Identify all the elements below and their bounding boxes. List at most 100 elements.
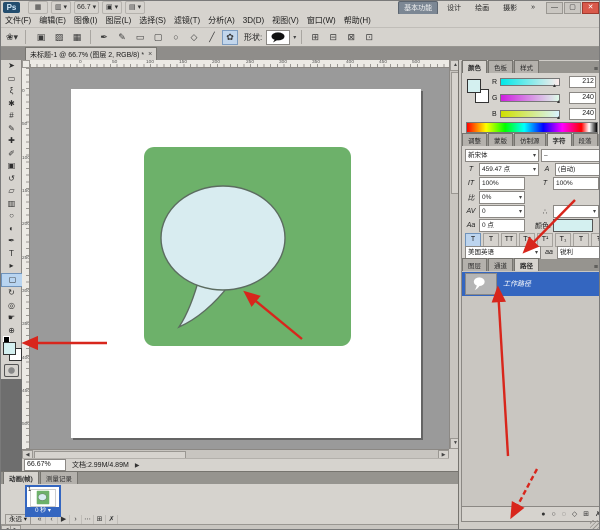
antialias-select[interactable]: 锐利▾: [557, 246, 600, 259]
menu-item[interactable]: 选择(S): [135, 15, 170, 26]
tab-animation-frames[interactable]: 动画(帧): [3, 471, 39, 484]
add-shape-button[interactable]: ⊞: [307, 30, 323, 45]
small-caps-button[interactable]: Tᴛ: [519, 233, 535, 247]
superscript-button[interactable]: T¹: [537, 233, 553, 247]
dodge-tool[interactable]: ◐: [1, 223, 22, 236]
screen-mode-icon[interactable]: ▤ ▾: [125, 1, 145, 14]
panel-menu-icon[interactable]: ≡: [594, 264, 600, 271]
vertical-scale-field[interactable]: 100%: [479, 177, 525, 190]
kerning-select[interactable]: ▾: [553, 205, 599, 218]
workspace-design[interactable]: 设计: [442, 2, 466, 14]
frames-scrollbar[interactable]: ◀ ▶: [1, 524, 458, 530]
intersect-shape-button[interactable]: ⊠: [343, 30, 359, 45]
menu-item[interactable]: 视图(V): [268, 15, 303, 26]
ellipse-tool-button[interactable]: ○: [168, 30, 184, 45]
subscript-button[interactable]: T₁: [555, 233, 571, 247]
type-tool[interactable]: T: [1, 248, 22, 261]
frame-delay-select[interactable]: 0 秒 ▾: [27, 507, 59, 515]
font-size-select[interactable]: 459.47 点▾: [479, 163, 539, 176]
load-selection-button[interactable]: ◌: [562, 511, 566, 518]
resize-grip-icon[interactable]: [590, 520, 600, 530]
tab-layers[interactable]: 图层: [462, 258, 487, 271]
history-brush-tool[interactable]: ↺: [1, 173, 22, 186]
red-slider[interactable]: [500, 78, 560, 86]
tab-paths[interactable]: 路径: [514, 258, 539, 271]
exclude-shape-button[interactable]: ⊡: [361, 30, 377, 45]
rounded-rectangle-button[interactable]: ▢: [150, 30, 166, 45]
vertical-ruler[interactable]: 050100150200250300350400450500: [22, 68, 30, 449]
3d-orbit-tool[interactable]: ◎: [1, 300, 22, 313]
tab-channels[interactable]: 通道: [488, 258, 513, 271]
freeform-pen-button[interactable]: ✎: [114, 30, 130, 45]
animation-frame-1[interactable]: 1 0 秒 ▾: [25, 485, 61, 517]
tab-styles[interactable]: 样式: [514, 60, 539, 73]
document-page[interactable]: [71, 89, 421, 438]
menu-item[interactable]: 帮助(H): [340, 15, 375, 26]
green-rounded-square[interactable]: [144, 147, 351, 346]
shape-tool[interactable]: ▢: [1, 273, 24, 288]
blue-value-field[interactable]: 240: [569, 108, 596, 120]
color-spectrum-bar[interactable]: [466, 122, 598, 133]
vertical-scrollbar[interactable]: ▲ ▼: [449, 60, 458, 449]
all-caps-button[interactable]: TT: [501, 233, 517, 247]
menu-item[interactable]: 窗口(W): [303, 15, 340, 26]
slider-handle[interactable]: ▲: [556, 115, 561, 121]
3d-rotate-tool[interactable]: ↻: [1, 287, 22, 300]
brush-tool[interactable]: ✐: [1, 148, 22, 161]
tool-preset-picker[interactable]: ❀▾: [4, 30, 20, 45]
tab-adjustments[interactable]: 调整: [462, 133, 487, 146]
tab-masks[interactable]: 蒙版: [488, 133, 513, 146]
tab-clone-source[interactable]: 仿制源: [514, 133, 546, 146]
zoom-percentage-field[interactable]: 66.67%: [24, 459, 66, 471]
custom-shape-button[interactable]: ✿: [222, 30, 238, 45]
work-path-row[interactable]: 工作路径: [462, 272, 600, 296]
tab-color[interactable]: 颜色: [462, 60, 487, 73]
horizontal-scrollbar[interactable]: ◀ ▶: [22, 449, 449, 458]
path-thumbnail[interactable]: [465, 273, 497, 295]
menu-item[interactable]: 文件(F): [1, 15, 35, 26]
blur-tool[interactable]: ○: [1, 210, 22, 223]
clone-stamp-tool[interactable]: ▣: [1, 160, 22, 173]
status-menu-icon[interactable]: ▶: [135, 462, 140, 469]
chevron-down-icon[interactable]: ▾: [293, 34, 296, 41]
hand-tool[interactable]: ☛: [1, 312, 22, 325]
ruler-corner[interactable]: [22, 60, 30, 68]
workspace-photography[interactable]: 摄影: [498, 2, 522, 14]
gradient-tool[interactable]: ▥: [1, 198, 22, 211]
maximize-button[interactable]: ▢: [564, 2, 581, 14]
menu-item[interactable]: 图层(L): [101, 15, 135, 26]
menu-item[interactable]: 滤镜(T): [170, 15, 204, 26]
tab-measurement-log[interactable]: 测量记录: [40, 471, 78, 484]
polygon-tool-button[interactable]: ◇: [186, 30, 202, 45]
delete-path-button[interactable]: ✗: [595, 510, 600, 518]
baseline-shift-field[interactable]: 0 点: [479, 219, 525, 232]
marquee-tool[interactable]: ▭: [1, 73, 22, 86]
line-tool-button[interactable]: ╱: [204, 30, 220, 45]
tab-character[interactable]: 字符: [547, 133, 572, 146]
fill-path-button[interactable]: ●: [541, 511, 545, 518]
canvas-pasteboard[interactable]: [30, 68, 449, 449]
next-frame-button[interactable]: ›: [70, 515, 82, 524]
workspace-painting[interactable]: 绘画: [470, 2, 494, 14]
menu-item[interactable]: 分析(A): [204, 15, 239, 26]
new-path-button[interactable]: ⊞: [583, 510, 589, 518]
delete-frame-button[interactable]: ✗: [106, 515, 118, 524]
move-tool[interactable]: ➤: [1, 60, 22, 73]
shape-layers-mode-button[interactable]: ▣: [33, 30, 49, 45]
minimize-button[interactable]: —: [546, 2, 563, 14]
eraser-tool[interactable]: ▱: [1, 185, 22, 198]
text-color-swatch[interactable]: [553, 219, 593, 232]
faux-italic-button[interactable]: T: [483, 233, 499, 247]
horizontal-ruler[interactable]: 050100150200250300350400450500: [30, 60, 449, 68]
font-style-select[interactable]: –▾: [541, 149, 600, 162]
arrange-documents-icon[interactable]: ▣ ▾: [102, 1, 122, 14]
green-value-field[interactable]: 240: [569, 92, 596, 104]
pen-tool[interactable]: ✒: [1, 235, 22, 248]
paths-mode-button[interactable]: ▨: [51, 30, 67, 45]
stroke-path-button[interactable]: ○: [551, 511, 555, 518]
quick-mask-button[interactable]: [4, 364, 19, 377]
rectangle-tool-button[interactable]: ▭: [132, 30, 148, 45]
custom-shape-preview[interactable]: [266, 30, 290, 45]
slider-handle[interactable]: ▲: [552, 83, 557, 89]
menu-item[interactable]: 3D(D): [239, 16, 268, 25]
